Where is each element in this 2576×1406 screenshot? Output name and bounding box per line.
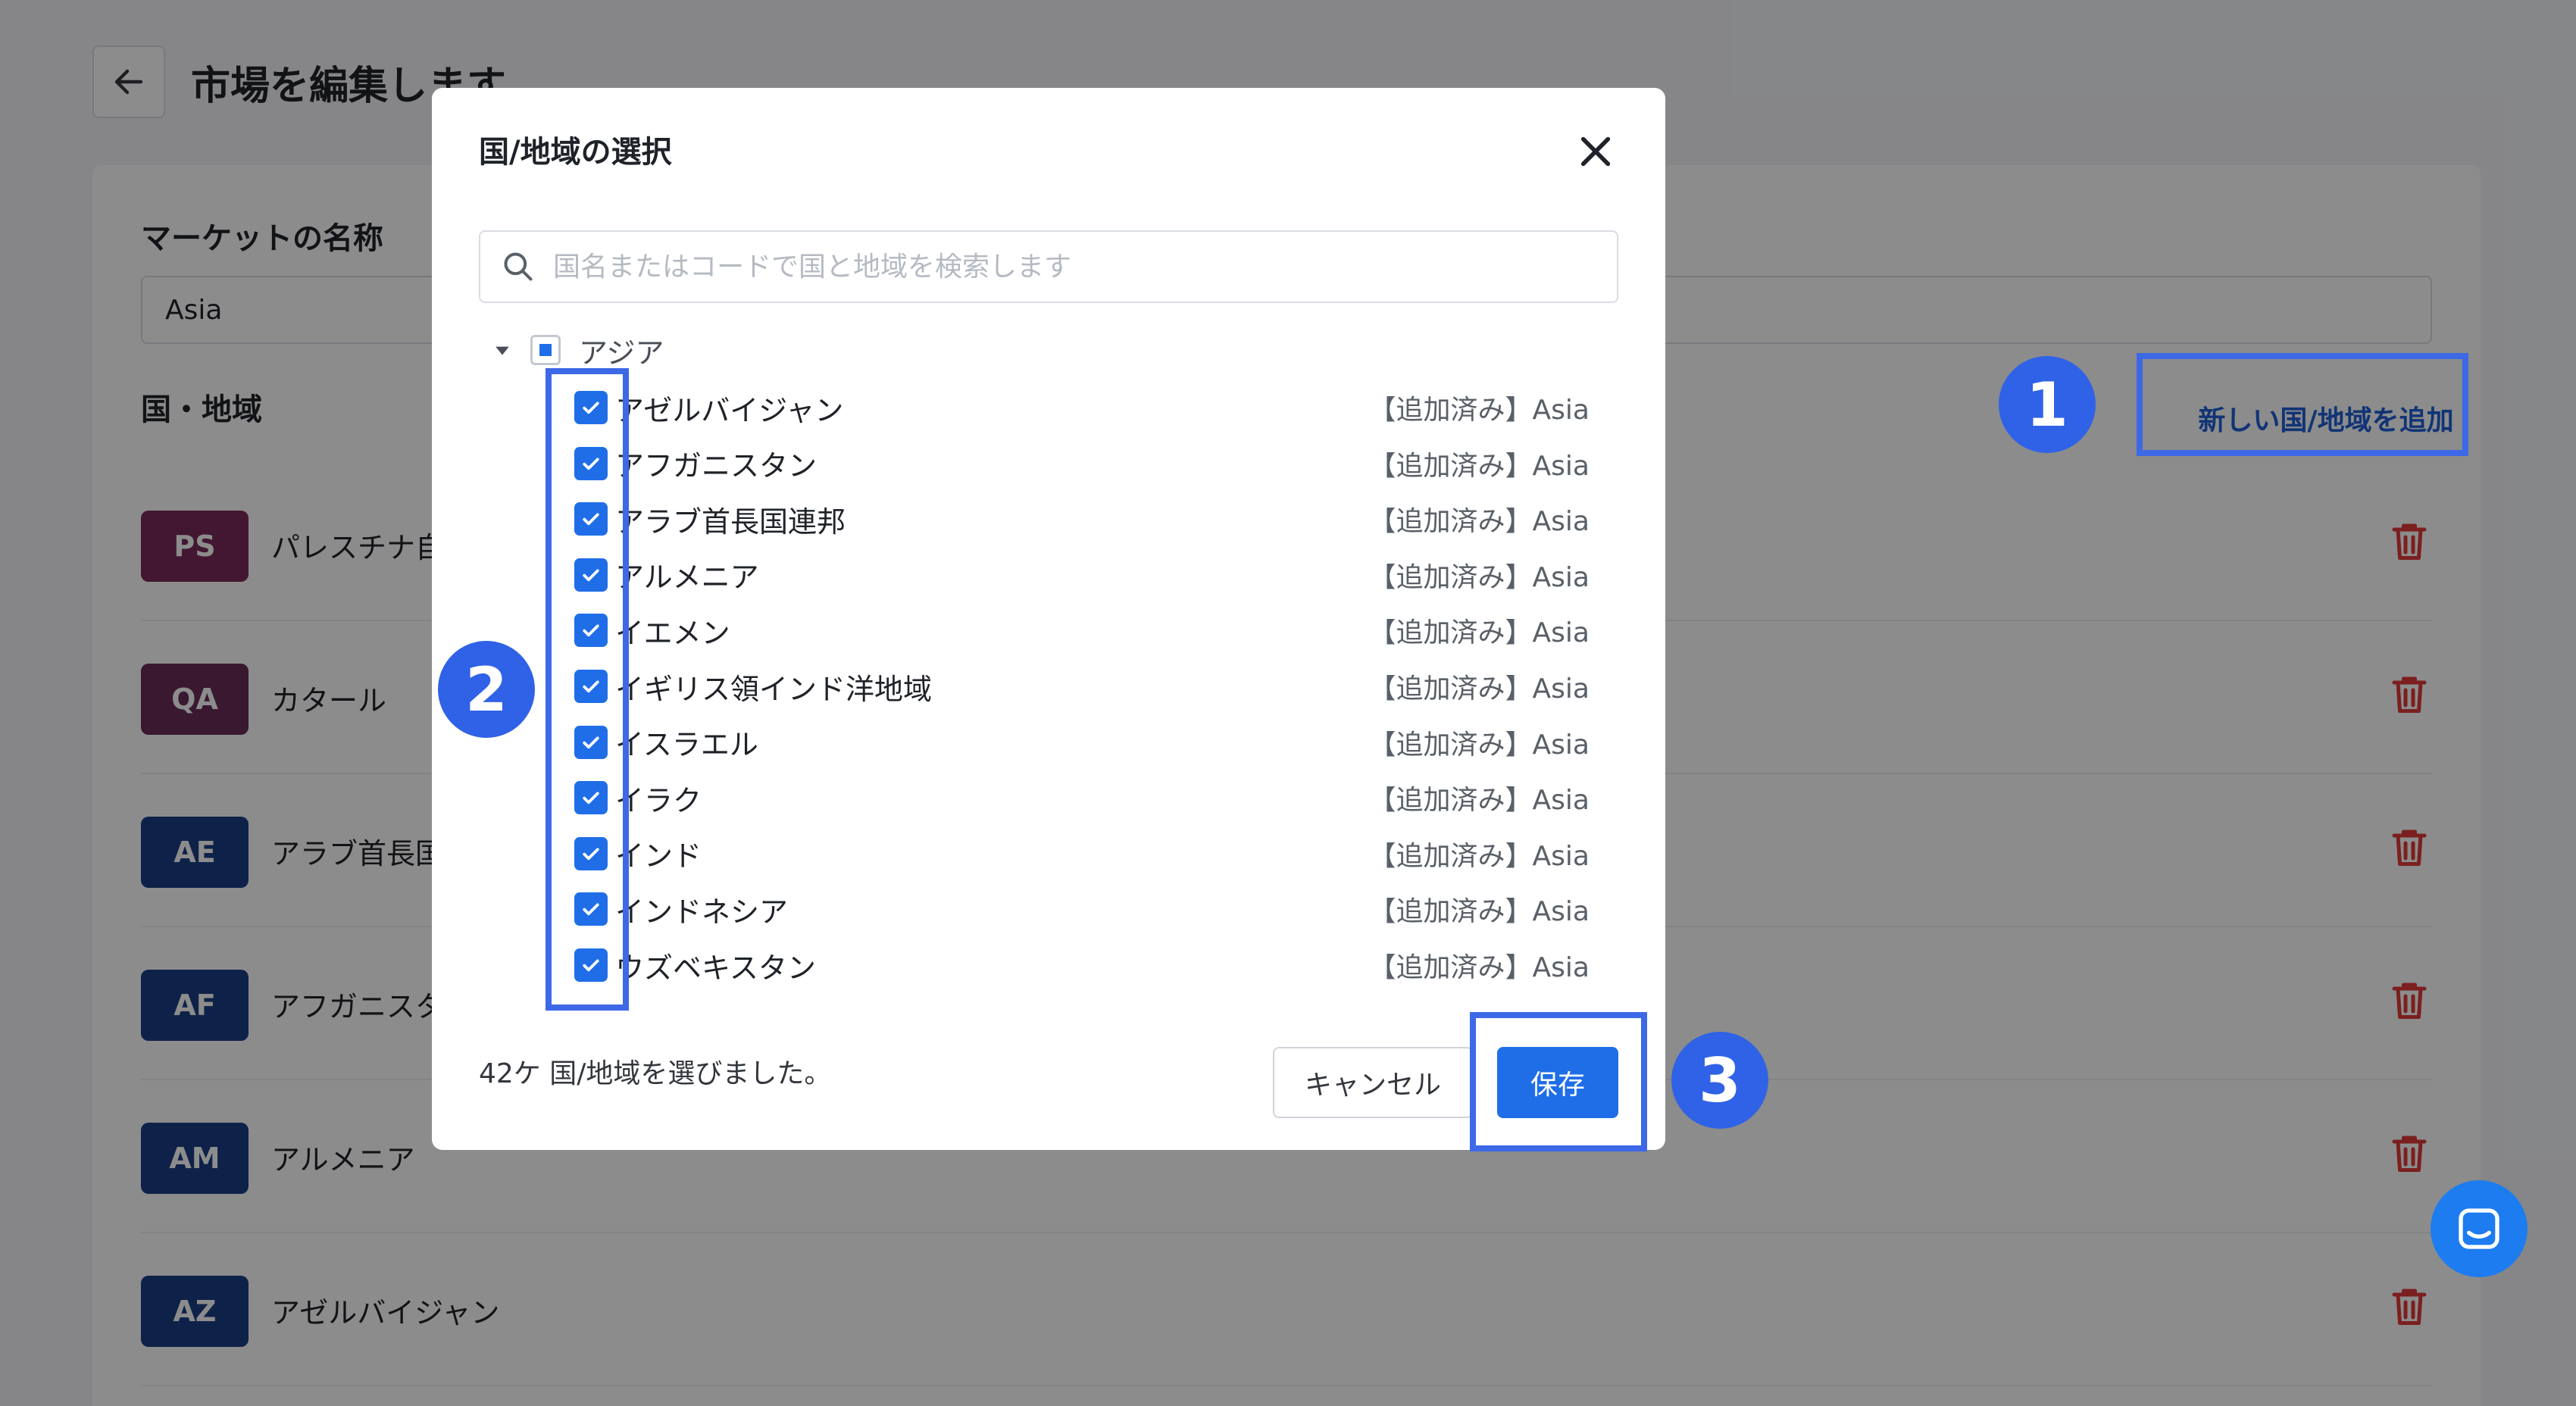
selected-count: 42ケ 国/地域を選びました。	[479, 1058, 832, 1089]
country-item-status: 【追加済み】Asia	[1368, 785, 1590, 817]
country-item-status: 【追加済み】Asia	[1368, 561, 1590, 593]
group-label: アジア	[579, 336, 664, 370]
country-item-name: インドネシア	[615, 895, 789, 929]
country-item-name: アラブ首長国連邦	[615, 505, 846, 539]
chat-icon	[2459, 1208, 2499, 1249]
country-list-item[interactable]: イエメン 【追加済み】Asia	[574, 608, 1590, 653]
country-item-name: イギリス領インド洋地域	[615, 672, 933, 706]
country-item-name: イスラエル	[615, 728, 758, 762]
search-input[interactable]	[553, 251, 1599, 283]
country-item-status: 【追加済み】Asia	[1368, 840, 1590, 872]
country-item-status: 【追加済み】Asia	[1368, 506, 1590, 538]
country-item-status: 【追加済み】Asia	[1368, 395, 1590, 426]
group-checkbox[interactable]	[530, 335, 561, 365]
country-list-item[interactable]: インド 【追加済み】Asia	[574, 831, 1590, 876]
close-icon	[1580, 136, 1611, 167]
step-2-marker: 2	[438, 641, 535, 738]
chat-widget-button[interactable]	[2431, 1180, 2528, 1277]
search-icon	[504, 252, 533, 281]
country-item-status: 【追加済み】Asia	[1368, 450, 1590, 482]
cancel-button[interactable]: キャンセル	[1273, 1047, 1473, 1118]
country-list-item[interactable]: アゼルバイジャン 【追加済み】Asia	[574, 385, 1590, 430]
country-item-status: 【追加済み】Asia	[1368, 673, 1590, 705]
step-3-marker: 3	[1671, 1032, 1768, 1129]
step-1-marker: 1	[1999, 356, 2096, 453]
country-list-item[interactable]: アルメニア 【追加済み】Asia	[574, 552, 1590, 598]
highlight-save-button	[1470, 1012, 1647, 1151]
country-item-name: アゼルバイジャン	[615, 393, 844, 427]
country-item-status: 【追加済み】Asia	[1368, 896, 1590, 928]
country-list-item[interactable]: アフガニスタン 【追加済み】Asia	[574, 441, 1590, 486]
close-button[interactable]	[1574, 130, 1617, 173]
country-item-name: ウズベキスタン	[615, 951, 816, 985]
country-item-status: 【追加済み】Asia	[1368, 617, 1590, 649]
highlight-checkboxes	[546, 368, 629, 1011]
group-asia: アジア	[494, 329, 664, 371]
country-item-name: アフガニスタン	[615, 449, 818, 483]
country-list-item[interactable]: イラク 【追加済み】Asia	[574, 775, 1590, 820]
highlight-add-link	[2137, 353, 2468, 456]
indeterminate-mark	[539, 344, 552, 356]
country-list-item[interactable]: イスラエル 【追加済み】Asia	[574, 720, 1590, 765]
country-list-item[interactable]: アラブ首長国連邦 【追加済み】Asia	[574, 496, 1590, 542]
country-item-name: イエメン	[615, 616, 730, 650]
country-list-item[interactable]: ウズベキスタン 【追加済み】Asia	[574, 942, 1590, 988]
caret-down-icon[interactable]	[494, 342, 511, 358]
country-item-status: 【追加済み】Asia	[1368, 952, 1590, 983]
country-search	[479, 230, 1618, 303]
country-item-name: アルメニア	[615, 561, 759, 595]
country-list-item[interactable]: インドネシア 【追加済み】Asia	[574, 886, 1590, 932]
modal-title: 国/地域の選択	[479, 135, 672, 170]
country-list-item[interactable]: イギリス領インド洋地域 【追加済み】Asia	[574, 664, 1590, 709]
country-item-status: 【追加済み】Asia	[1368, 729, 1590, 761]
